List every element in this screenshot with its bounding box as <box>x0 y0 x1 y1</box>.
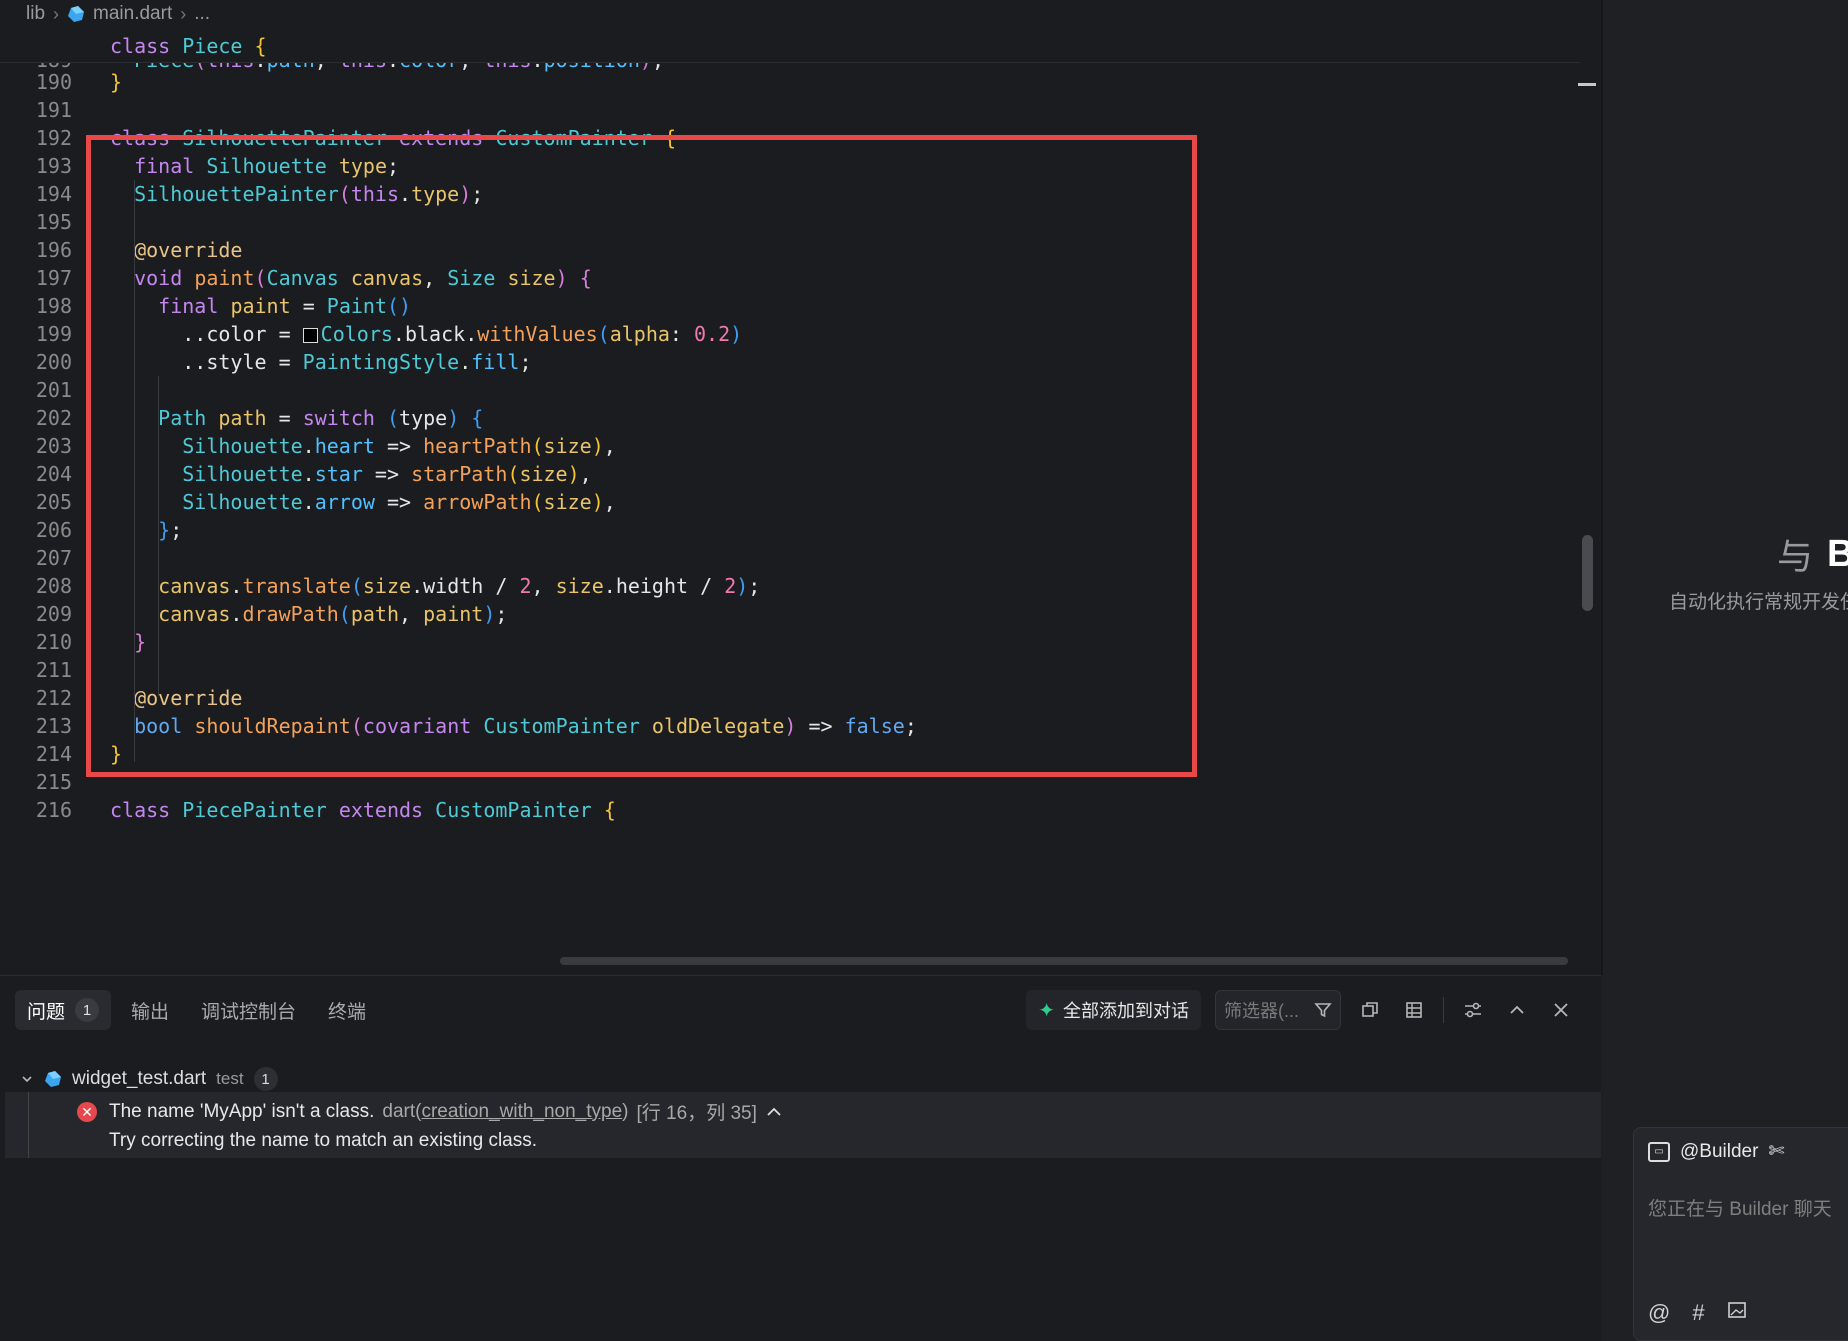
error-icon: ✕ <box>77 1102 97 1122</box>
dart-file-icon <box>45 1071 61 1087</box>
tab-debug-console-label: 调试控制台 <box>201 1001 297 1023</box>
panel-actions: ✦ 全部添加到对话 筛选器(... <box>1026 990 1576 1030</box>
problems-count-badge: 1 <box>75 998 100 1022</box>
chevron-up-icon[interactable] <box>765 1105 783 1119</box>
chat-agent-header[interactable]: ▭ @Builder ✄ <box>1648 1140 1784 1163</box>
error-hint: Try correcting the name to match an exis… <box>109 1130 538 1151</box>
tab-output[interactable]: 输出 <box>119 990 181 1030</box>
overview-ruler-mark <box>1578 83 1596 86</box>
sticky-scroll-header[interactable]: class Piece { <box>0 30 1580 63</box>
code-editor[interactable]: lib › main.dart › ... class Piece { 189 … <box>0 0 1601 975</box>
collapse-all-icon[interactable] <box>1355 995 1385 1025</box>
problem-item[interactable]: ✕ The name 'MyApp' isn't a class. dart(c… <box>5 1092 1601 1158</box>
tab-problems-label: 问题 <box>27 1001 66 1023</box>
breadcrumb: lib › main.dart › ... <box>26 0 210 28</box>
tab-debug-console[interactable]: 调试控制台 <box>189 990 308 1030</box>
table-view-icon[interactable] <box>1399 995 1429 1025</box>
horizontal-scrollbar[interactable] <box>560 957 1568 965</box>
error-message: The name 'MyApp' isn't a class. <box>109 1100 375 1122</box>
color-swatch[interactable] <box>302 328 318 343</box>
filter-icon[interactable] <box>1314 1001 1332 1019</box>
tab-terminal-label: 终端 <box>328 1001 367 1023</box>
dart-file-icon <box>68 6 85 22</box>
panel-tabs: 问题 1 输出 调试控制台 终端 <box>15 990 378 1030</box>
tab-output-label: 输出 <box>131 1001 170 1023</box>
indent-guide <box>134 180 135 762</box>
chat-input-box[interactable]: ▭ @Builder ✄ 您正在与 Builder 聊天 @ # <box>1633 1127 1848 1341</box>
chat-agent-name: @Builder <box>1680 1140 1759 1162</box>
settings-sliders-icon[interactable] <box>1458 995 1488 1025</box>
chat-tools: @ # <box>1648 1300 1747 1326</box>
vertical-scrollbar[interactable] <box>1582 535 1593 611</box>
add-all-to-chat-button[interactable]: ✦ 全部添加到对话 <box>1026 990 1201 1030</box>
image-icon[interactable] <box>1727 1300 1747 1320</box>
sidebar-title: 与 B <box>1777 528 1848 580</box>
code-line: 216 class PiecePainter extends CustomPain… <box>0 794 1580 827</box>
chevron-right-icon: › <box>53 3 60 24</box>
breadcrumb-file[interactable]: main.dart <box>93 3 172 25</box>
bot-icon: ▭ <box>1648 1141 1670 1162</box>
sidebar-subtitle: 自动化执行常规开发任 <box>1669 592 1848 613</box>
error-code-link[interactable]: creation_with_non_type <box>421 1101 622 1122</box>
problem-file-row[interactable]: widget_test.dart test 1 <box>20 1064 278 1094</box>
tree-rail <box>28 1092 29 1158</box>
indent-guide <box>158 376 159 696</box>
mention-icon[interactable]: @ <box>1648 1300 1670 1326</box>
filter-input[interactable]: 筛选器(... <box>1215 990 1341 1030</box>
error-source: dart(creation_with_non_type) <box>382 1100 629 1122</box>
tools-icon[interactable]: ✄ <box>1768 1140 1784 1163</box>
breadcrumb-folder[interactable]: lib <box>26 3 45 25</box>
chevron-right-icon: › <box>180 3 187 24</box>
bottom-panel: 问题 1 输出 调试控制台 终端 ✦ 全部添加到对话 筛选器(... widge… <box>0 975 1601 1341</box>
chat-input-placeholder[interactable]: 您正在与 Builder 聊天 <box>1648 1194 1832 1221</box>
problem-file-name: widget_test.dart <box>72 1068 207 1089</box>
toolbar-separator <box>1443 997 1444 1023</box>
ai-sidebar: 与 B 自动化执行常规开发任 ▭ @Builder ✄ 您正在与 Builder… <box>1603 0 1848 1341</box>
maximize-panel-icon[interactable] <box>1502 995 1532 1025</box>
sidebar-title-text: B <box>1827 532 1848 575</box>
sparkle-icon: ✦ <box>1038 999 1055 1022</box>
problem-file-count: 1 <box>253 1067 278 1091</box>
filter-placeholder: 筛选器(... <box>1224 1001 1299 1021</box>
add-all-label: 全部添加到对话 <box>1063 1001 1189 1021</box>
problem-file-folder: test <box>216 1069 244 1088</box>
tab-terminal[interactable]: 终端 <box>316 990 378 1030</box>
chevron-down-icon[interactable] <box>20 1072 34 1086</box>
error-location: [行 16，列 35] <box>636 1103 757 1124</box>
error-message-line: The name 'MyApp' isn't a class. dart(cre… <box>109 1098 783 1125</box>
line-number: 216 <box>35 798 72 822</box>
tab-problems[interactable]: 问题 1 <box>15 990 112 1030</box>
hash-icon[interactable]: # <box>1692 1300 1704 1326</box>
breadcrumb-more[interactable]: ... <box>194 3 210 25</box>
sidebar-title-glyph: 与 <box>1777 536 1814 577</box>
close-panel-icon[interactable] <box>1546 995 1576 1025</box>
sticky-class-line: class Piece { <box>110 34 267 58</box>
